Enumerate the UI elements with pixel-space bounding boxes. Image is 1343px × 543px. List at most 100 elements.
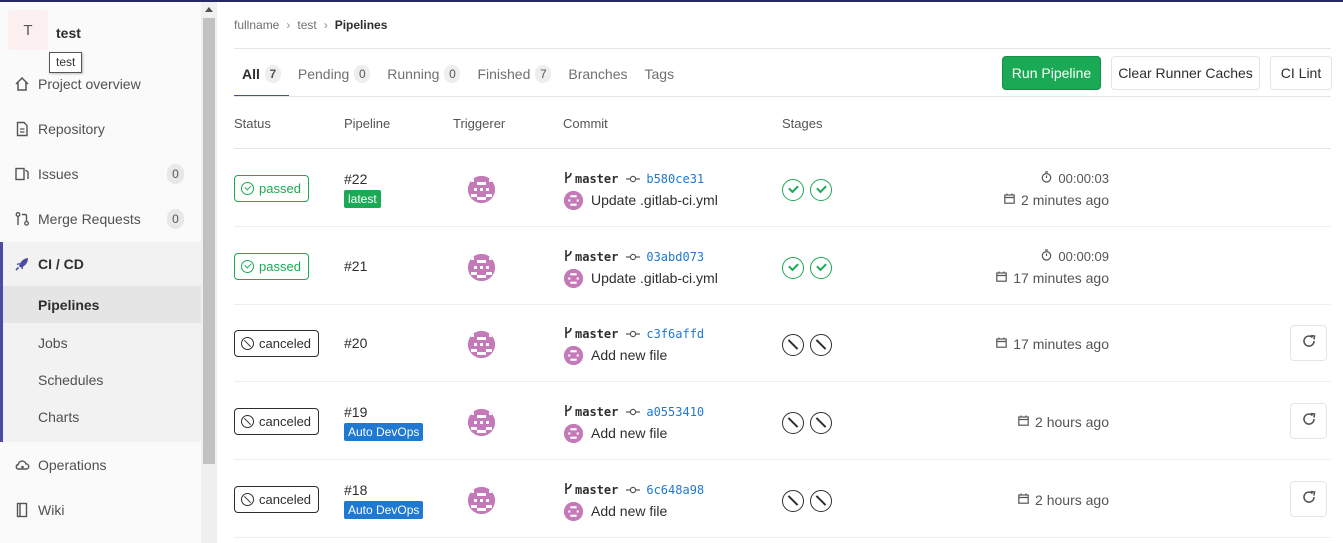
sidebar-item-project-overview[interactable]: Project overview [0,62,201,106]
timer-icon [1041,249,1052,264]
pipeline-id-link[interactable]: #19 [344,404,367,420]
branch-name-link[interactable]: master [575,483,618,497]
sidebar-item-label: Project overview [38,76,141,92]
stage-canceled-icon[interactable] [810,412,832,434]
status-badge[interactable]: passed [234,253,309,280]
commit-author-avatar[interactable] [564,424,583,443]
triggerer-avatar[interactable] [468,487,495,514]
sidebar-item-label: Repository [38,121,105,137]
run-pipeline-button[interactable]: Run Pipeline [1002,56,1101,90]
tab-label: Branches [568,65,628,82]
stage-canceled-icon[interactable] [782,334,804,356]
branch-icon [564,326,573,342]
pipeline-row: canceled #19 Auto DevOps master a0553410 Add … [234,382,1331,460]
stage-canceled-icon[interactable] [810,334,832,356]
tab-running[interactable]: Running 0 [379,50,468,97]
status-badge[interactable]: passed [234,175,309,202]
sidebar-item-wiki[interactable]: Wiki [0,488,201,532]
commit-message-link[interactable]: Add new file [591,503,667,519]
branch-name-link[interactable]: master [575,405,618,419]
retry-button[interactable] [1290,325,1327,361]
triggerer-avatar[interactable] [468,176,495,203]
retry-button[interactable] [1290,403,1327,439]
status-badge[interactable]: canceled [234,330,320,357]
commit-ref: master a0553410 [564,404,704,420]
pipeline-id-link[interactable]: #18 [344,482,367,498]
sidebar-subitem-pipelines[interactable]: Pipelines [3,286,201,323]
chevron-right-icon: › [323,18,328,32]
stage-success-icon[interactable] [782,257,804,279]
stage-success-icon[interactable] [810,257,832,279]
pipeline-id-link[interactable]: #20 [344,335,367,351]
sidebar-item-issues[interactable]: Issues 0 [0,152,201,196]
finished-value: 2 hours ago [1035,492,1109,508]
tab-pending[interactable]: Pending 0 [290,50,378,97]
scrollbar-thumb[interactable] [203,18,215,464]
finished-value: 17 minutes ago [1013,270,1109,286]
sidebar-item-ci-cd[interactable]: CI / CD [0,242,201,286]
stage-canceled-icon[interactable] [782,490,804,512]
calendar-icon [996,271,1008,285]
sidebar-subitem-schedules[interactable]: Schedules [3,361,201,398]
triggerer-avatar[interactable] [468,254,495,281]
stage-canceled-icon[interactable] [782,412,804,434]
tab-tags[interactable]: Tags [637,50,683,97]
status-badge[interactable]: canceled [234,486,320,513]
status-badge[interactable]: canceled [234,408,320,435]
tab-branches[interactable]: Branches [560,50,635,97]
commit-sha-link[interactable]: a0553410 [646,405,704,419]
branch-name-link[interactable]: master [575,172,618,186]
project-header[interactable]: T test test [0,2,201,73]
commit-message-link[interactable]: Add new file [591,425,667,441]
commit-message-link[interactable]: Add new file [591,347,667,363]
commit-sha-link[interactable]: 03abd073 [646,250,704,264]
sidebar-item-merge-requests[interactable]: Merge Requests 0 [0,197,201,241]
ci-lint-button[interactable]: CI Lint [1270,56,1332,90]
pipeline-finished-at: 2 hours ago [1018,414,1109,430]
book-icon [14,502,30,518]
commit-message-link[interactable]: Update .gitlab-ci.yml [591,270,718,286]
stage-success-icon[interactable] [810,179,832,201]
pipeline-id-link[interactable]: #21 [344,258,367,274]
scroll-up-arrow-icon[interactable] [205,7,213,12]
status-label: canceled [259,414,312,429]
commit-author-avatar[interactable] [564,346,583,365]
project-name[interactable]: test [56,25,81,41]
breadcrumb-item-namespace[interactable]: fullname [234,18,279,32]
clear-runner-caches-button[interactable]: Clear Runner Caches [1111,56,1260,90]
sidebar-item-repository[interactable]: Repository [0,107,201,151]
commit-sha-link[interactable]: 6c648a98 [646,483,704,497]
main-content: fullname › test › Pipelines All 7 Pendin… [218,2,1343,543]
status-label: canceled [259,492,312,507]
breadcrumb-item-project[interactable]: test [297,18,316,32]
commit-icon [626,405,641,419]
branch-icon [564,249,573,265]
tab-finished[interactable]: Finished 7 [469,50,559,97]
pipeline-id-link[interactable]: #22 [344,171,367,187]
commit-sha-link[interactable]: c3f6affd [646,327,704,341]
sidebar-item-operations[interactable]: Operations [0,443,201,487]
cloud-gear-icon [14,457,30,473]
branch-icon [564,404,573,420]
sidebar-scrollbar[interactable] [201,2,217,543]
triggerer-avatar[interactable] [468,331,495,358]
commit-author-avatar[interactable] [564,191,583,210]
branch-icon [564,171,573,187]
project-avatar[interactable]: T [8,10,48,50]
commit-message-link[interactable]: Update .gitlab-ci.yml [591,192,718,208]
branch-name-link[interactable]: master [575,250,618,264]
commit-icon [626,483,641,497]
commit-author-avatar[interactable] [564,502,583,521]
sidebar-subitem-jobs[interactable]: Jobs [3,324,201,361]
sidebar-item-label: Issues [38,166,79,182]
triggerer-avatar[interactable] [468,409,495,436]
commit-author-avatar[interactable] [564,269,583,288]
tab-all[interactable]: All 7 [234,50,289,97]
breadcrumb-item-current[interactable]: Pipelines [335,18,388,32]
commit-sha-link[interactable]: b580ce31 [646,172,704,186]
retry-button[interactable] [1290,481,1327,517]
branch-name-link[interactable]: master [575,327,618,341]
stage-success-icon[interactable] [782,179,804,201]
stage-canceled-icon[interactable] [810,490,832,512]
sidebar-subitem-charts[interactable]: Charts [3,398,201,435]
